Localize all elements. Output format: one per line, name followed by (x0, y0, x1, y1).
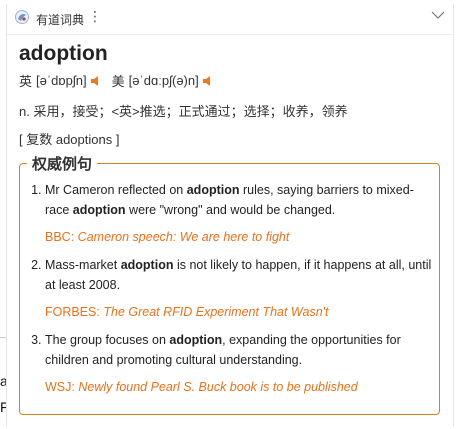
source-name: FORBES: (45, 305, 100, 319)
definition: n. 采用，接受；<英>推选；正式通过；选择；收养，领养 (19, 104, 348, 119)
authoritative-examples-title: 权威例句 (27, 153, 98, 174)
example-item: The group focuses on adoption, expanding… (45, 330, 433, 397)
source-name: BBC: (45, 230, 75, 244)
example-source-link[interactable]: WSJ: Newly found Pearl S. Buck book is t… (45, 377, 433, 397)
uk-phonetic: [əˈdɒpʃn] (36, 73, 87, 88)
source-title: Newly found Pearl S. Buck book is to be … (78, 380, 358, 394)
youdao-logo-icon (15, 10, 29, 24)
us-phonetic: [əˈdɑːpʃ(ə)n] (128, 73, 199, 88)
uk-label: 英 (19, 74, 33, 89)
keyword: adoption (72, 203, 126, 217)
example-sentence: Mr Cameron reflected on adoption rules, … (45, 183, 414, 217)
source-title: Cameron speech: We are here to fight (77, 230, 290, 244)
example-source-link[interactable]: BBC: Cameron speech: We are here to figh… (45, 227, 433, 247)
kebab-menu-icon[interactable]: ⋮ (88, 9, 102, 23)
source-name: WSJ: (45, 380, 75, 394)
dictionary-popup: 有道词典 ⋮ adoption 英 [əˈdɒpʃn] 美 [əˈdɑːpʃ(ə… (6, 4, 454, 427)
app-name: 有道词典 (36, 13, 85, 27)
example-sentence: The group focuses on adoption, expanding… (45, 333, 401, 367)
plural-form: [ 复数 adoptions ] (19, 132, 120, 147)
example-sentence: Mass-market adoption is not likely to ha… (45, 258, 432, 292)
popup-header: 有道词典 ⋮ (7, 4, 453, 35)
source-title: The Great RFID Experiment That Wasn't (103, 305, 329, 319)
example-source-link[interactable]: FORBES: The Great RFID Experiment That W… (45, 302, 433, 322)
example-list: Mr Cameron reflected on adoption rules, … (25, 180, 433, 405)
example-item: Mr Cameron reflected on adoption rules, … (45, 180, 433, 247)
phonetics-row: 英 [əˈdɒpʃn] 美 [əˈdɑːpʃ(ə)n] (19, 71, 224, 90)
headword: adoption (19, 42, 108, 65)
us-label: 美 (111, 74, 125, 89)
keyword: adoption (120, 258, 174, 272)
keyword: adoption (186, 183, 240, 197)
example-item: Mass-market adoption is not likely to ha… (45, 255, 433, 322)
chevron-down-icon[interactable] (431, 10, 445, 20)
keyword: adoption (169, 333, 223, 347)
speaker-icon[interactable] (202, 75, 214, 87)
speaker-icon[interactable] (90, 75, 102, 87)
